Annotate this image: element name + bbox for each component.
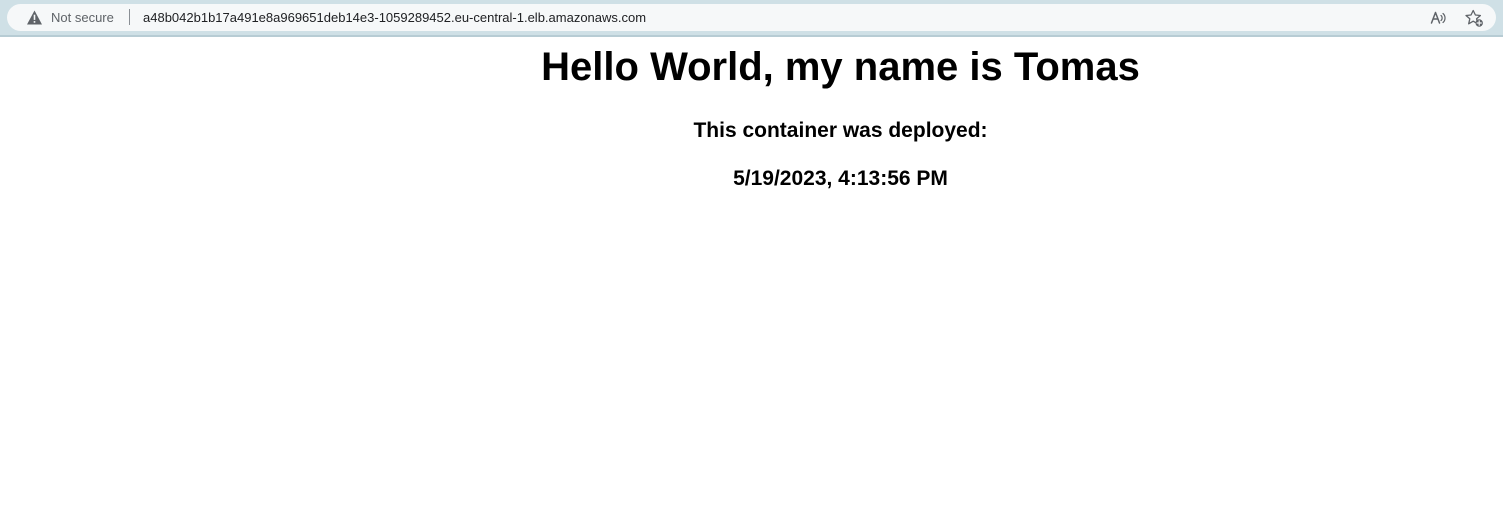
- address-bar[interactable]: Not secure a48b042b1b17a491e8a969651deb1…: [7, 4, 1496, 31]
- url-text[interactable]: a48b042b1b17a491e8a969651deb14e3-1059289…: [143, 4, 646, 31]
- address-divider: [129, 9, 130, 25]
- security-label: Not secure: [51, 10, 114, 25]
- deployment-timestamp: 5/19/2023, 4:13:56 PM: [733, 167, 948, 190]
- warning-icon: [26, 9, 43, 26]
- security-indicator[interactable]: Not secure: [26, 4, 114, 31]
- browser-toolbar: Not secure a48b042b1b17a491e8a969651deb1…: [0, 0, 1503, 36]
- page-content: Hello World, my name is Tomas This conta…: [0, 37, 1503, 527]
- favorite-icon[interactable]: [1464, 8, 1484, 28]
- page-title: Hello World, my name is Tomas: [541, 45, 1140, 89]
- read-aloud-icon[interactable]: [1428, 8, 1448, 28]
- deployment-label: This container was deployed:: [693, 119, 988, 142]
- content-container: Hello World, my name is Tomas This conta…: [178, 37, 1503, 193]
